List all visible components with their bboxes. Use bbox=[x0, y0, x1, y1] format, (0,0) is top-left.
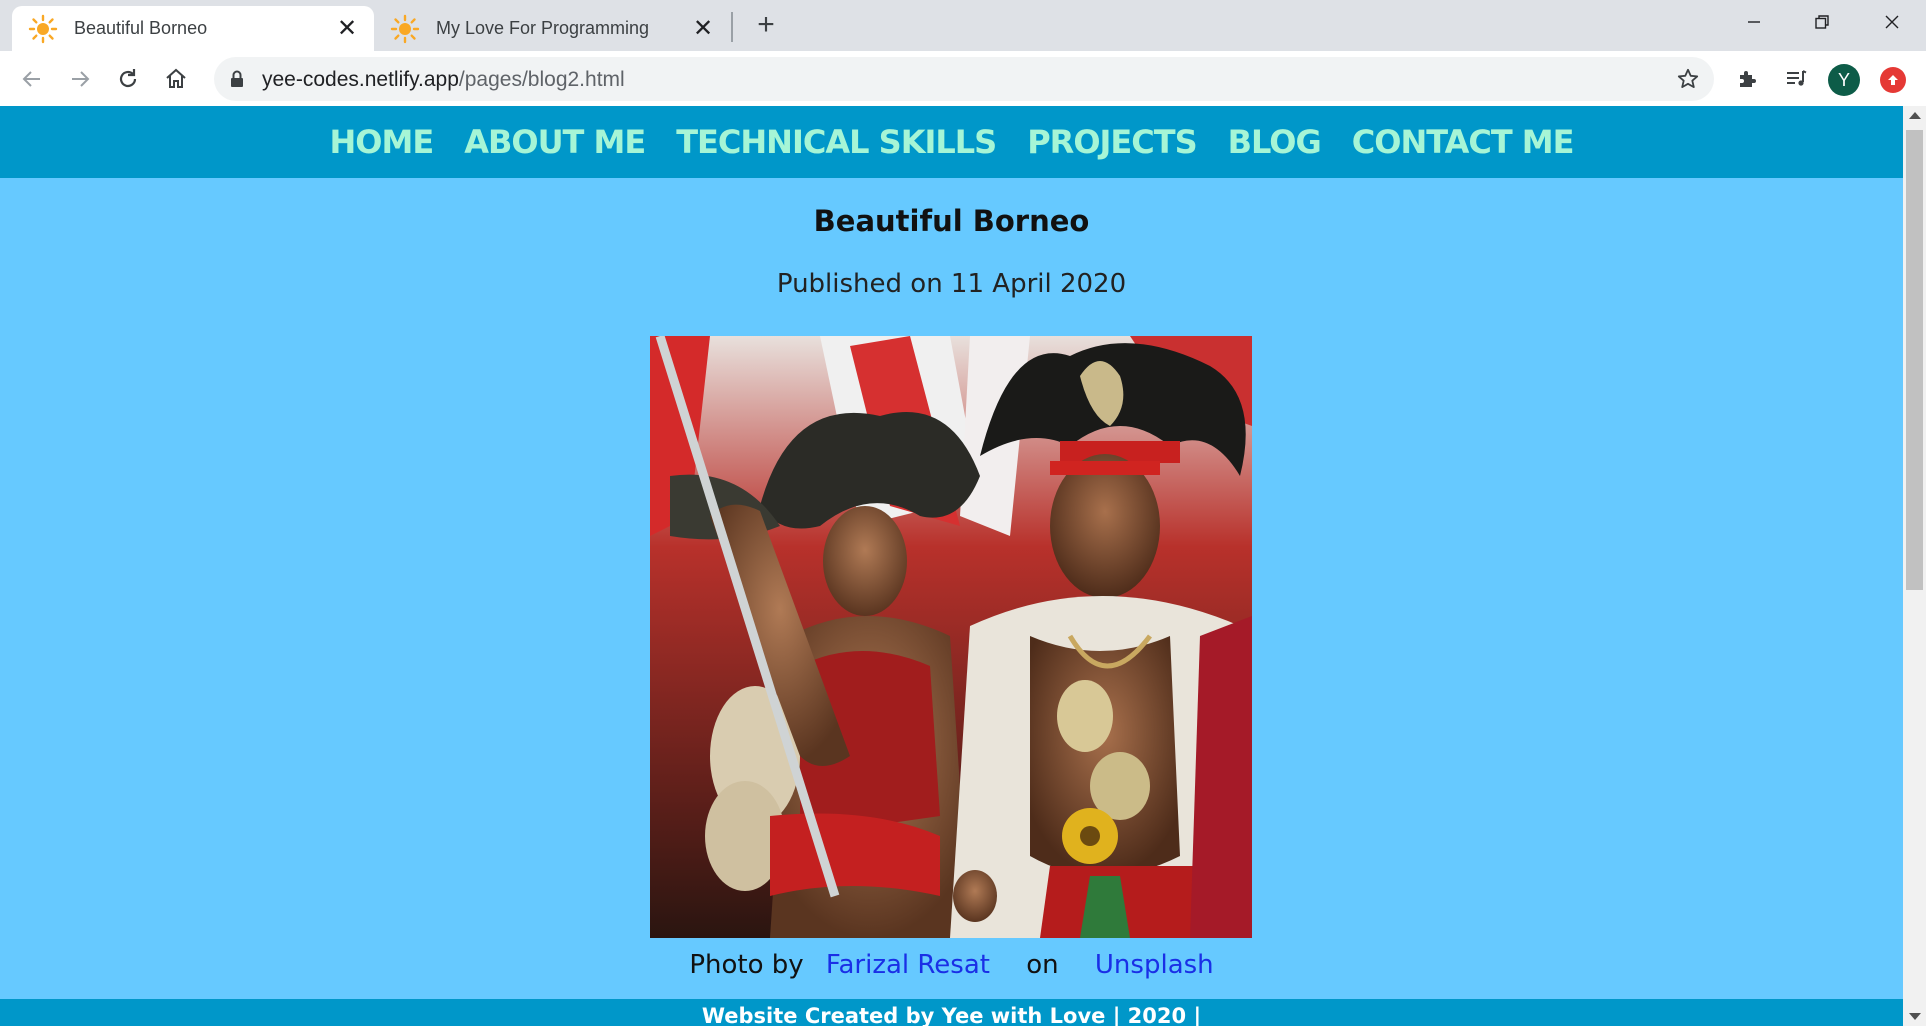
bookmark-star-button[interactable] bbox=[1674, 65, 1702, 93]
nav-projects[interactable]: PROJECTS bbox=[1027, 123, 1197, 161]
restore-icon bbox=[1815, 15, 1829, 29]
tab-divider bbox=[731, 12, 733, 42]
home-button[interactable] bbox=[158, 61, 194, 97]
address-bar[interactable]: yee-codes.netlify.app/pages/blog2.html bbox=[214, 57, 1714, 101]
credit-prefix: Photo by bbox=[689, 950, 804, 980]
close-icon bbox=[1885, 15, 1899, 29]
reload-icon bbox=[119, 69, 137, 88]
puzzle-icon bbox=[1740, 71, 1756, 87]
minimize-window-button[interactable] bbox=[1720, 0, 1788, 44]
playlist-icon bbox=[1787, 70, 1807, 86]
extensions-button[interactable] bbox=[1730, 61, 1766, 97]
url-text: yee-codes.netlify.app/pages/blog2.html bbox=[262, 68, 625, 92]
tab-title: Beautiful Borneo bbox=[74, 18, 208, 38]
close-tab-icon[interactable]: ✕ bbox=[332, 14, 362, 44]
photo-credit: Photo by Farizal Resat on Unsplash bbox=[0, 950, 1903, 980]
tab-beautiful-borneo[interactable]: Beautiful Borneo ✕ bbox=[12, 6, 374, 51]
unsplash-link[interactable]: Unsplash bbox=[1095, 950, 1214, 980]
nav-home[interactable]: HOME bbox=[330, 123, 435, 161]
tab-title: My Love For Programming bbox=[436, 18, 650, 38]
scrollbar-thumb[interactable] bbox=[1906, 130, 1923, 590]
photographer-link[interactable]: Farizal Resat bbox=[826, 950, 990, 980]
nav-technical-skills[interactable]: TECHNICAL SKILLS bbox=[676, 123, 997, 161]
site-nav: HOME ABOUT ME TECHNICAL SKILLS PROJECTS … bbox=[0, 106, 1903, 178]
back-arrow-icon bbox=[22, 71, 40, 87]
lock-icon bbox=[231, 70, 243, 87]
reload-button[interactable] bbox=[110, 61, 146, 97]
page-scrollbar[interactable] bbox=[1903, 106, 1926, 1026]
publish-date: Published on 11 April 2020 bbox=[776, 269, 1127, 299]
sun-icon bbox=[28, 14, 58, 43]
tab-strip: Beautiful Borneo ✕ My Love For Programmi… bbox=[0, 0, 1926, 51]
url-path: /pages/blog2.html bbox=[458, 68, 625, 91]
nav-contact-me[interactable]: CONTACT ME bbox=[1352, 123, 1575, 161]
media-control-button[interactable] bbox=[1778, 61, 1814, 97]
home-icon bbox=[166, 68, 186, 88]
tab-my-love-for-programming[interactable]: My Love For Programming ✕ bbox=[374, 6, 730, 51]
url-domain: yee-codes.netlify.app bbox=[262, 68, 459, 91]
page-viewport: HOME ABOUT ME TECHNICAL SKILLS PROJECTS … bbox=[0, 106, 1903, 1026]
forward-button[interactable] bbox=[62, 61, 98, 97]
restore-window-button[interactable] bbox=[1788, 0, 1856, 44]
post-title: Beautiful Borneo bbox=[813, 204, 1090, 238]
close-tab-icon[interactable]: ✕ bbox=[688, 14, 718, 44]
up-arrow-icon bbox=[1888, 75, 1898, 85]
nav-blog[interactable]: BLOG bbox=[1228, 123, 1322, 161]
close-window-button[interactable] bbox=[1858, 0, 1926, 44]
sun-icon bbox=[390, 14, 420, 43]
browser-toolbar: yee-codes.netlify.app/pages/blog2.html Y bbox=[0, 51, 1926, 106]
back-button[interactable] bbox=[14, 61, 50, 97]
profile-avatar[interactable]: Y bbox=[1828, 64, 1860, 96]
star-icon bbox=[1677, 68, 1699, 88]
new-tab-button[interactable]: + bbox=[750, 8, 782, 42]
credit-middle: on bbox=[1026, 950, 1059, 980]
nav-about-me[interactable]: ABOUT ME bbox=[464, 123, 646, 161]
blog-photo bbox=[650, 336, 1252, 938]
forward-arrow-icon bbox=[72, 71, 90, 87]
site-footer: Website Created by Yee with Love | 2020 … bbox=[0, 999, 1903, 1026]
scroll-up-arrow-icon[interactable] bbox=[1909, 112, 1921, 119]
extension-update-button[interactable] bbox=[1880, 67, 1906, 93]
minimize-icon bbox=[1748, 21, 1760, 23]
scroll-down-arrow-icon[interactable] bbox=[1909, 1013, 1921, 1020]
